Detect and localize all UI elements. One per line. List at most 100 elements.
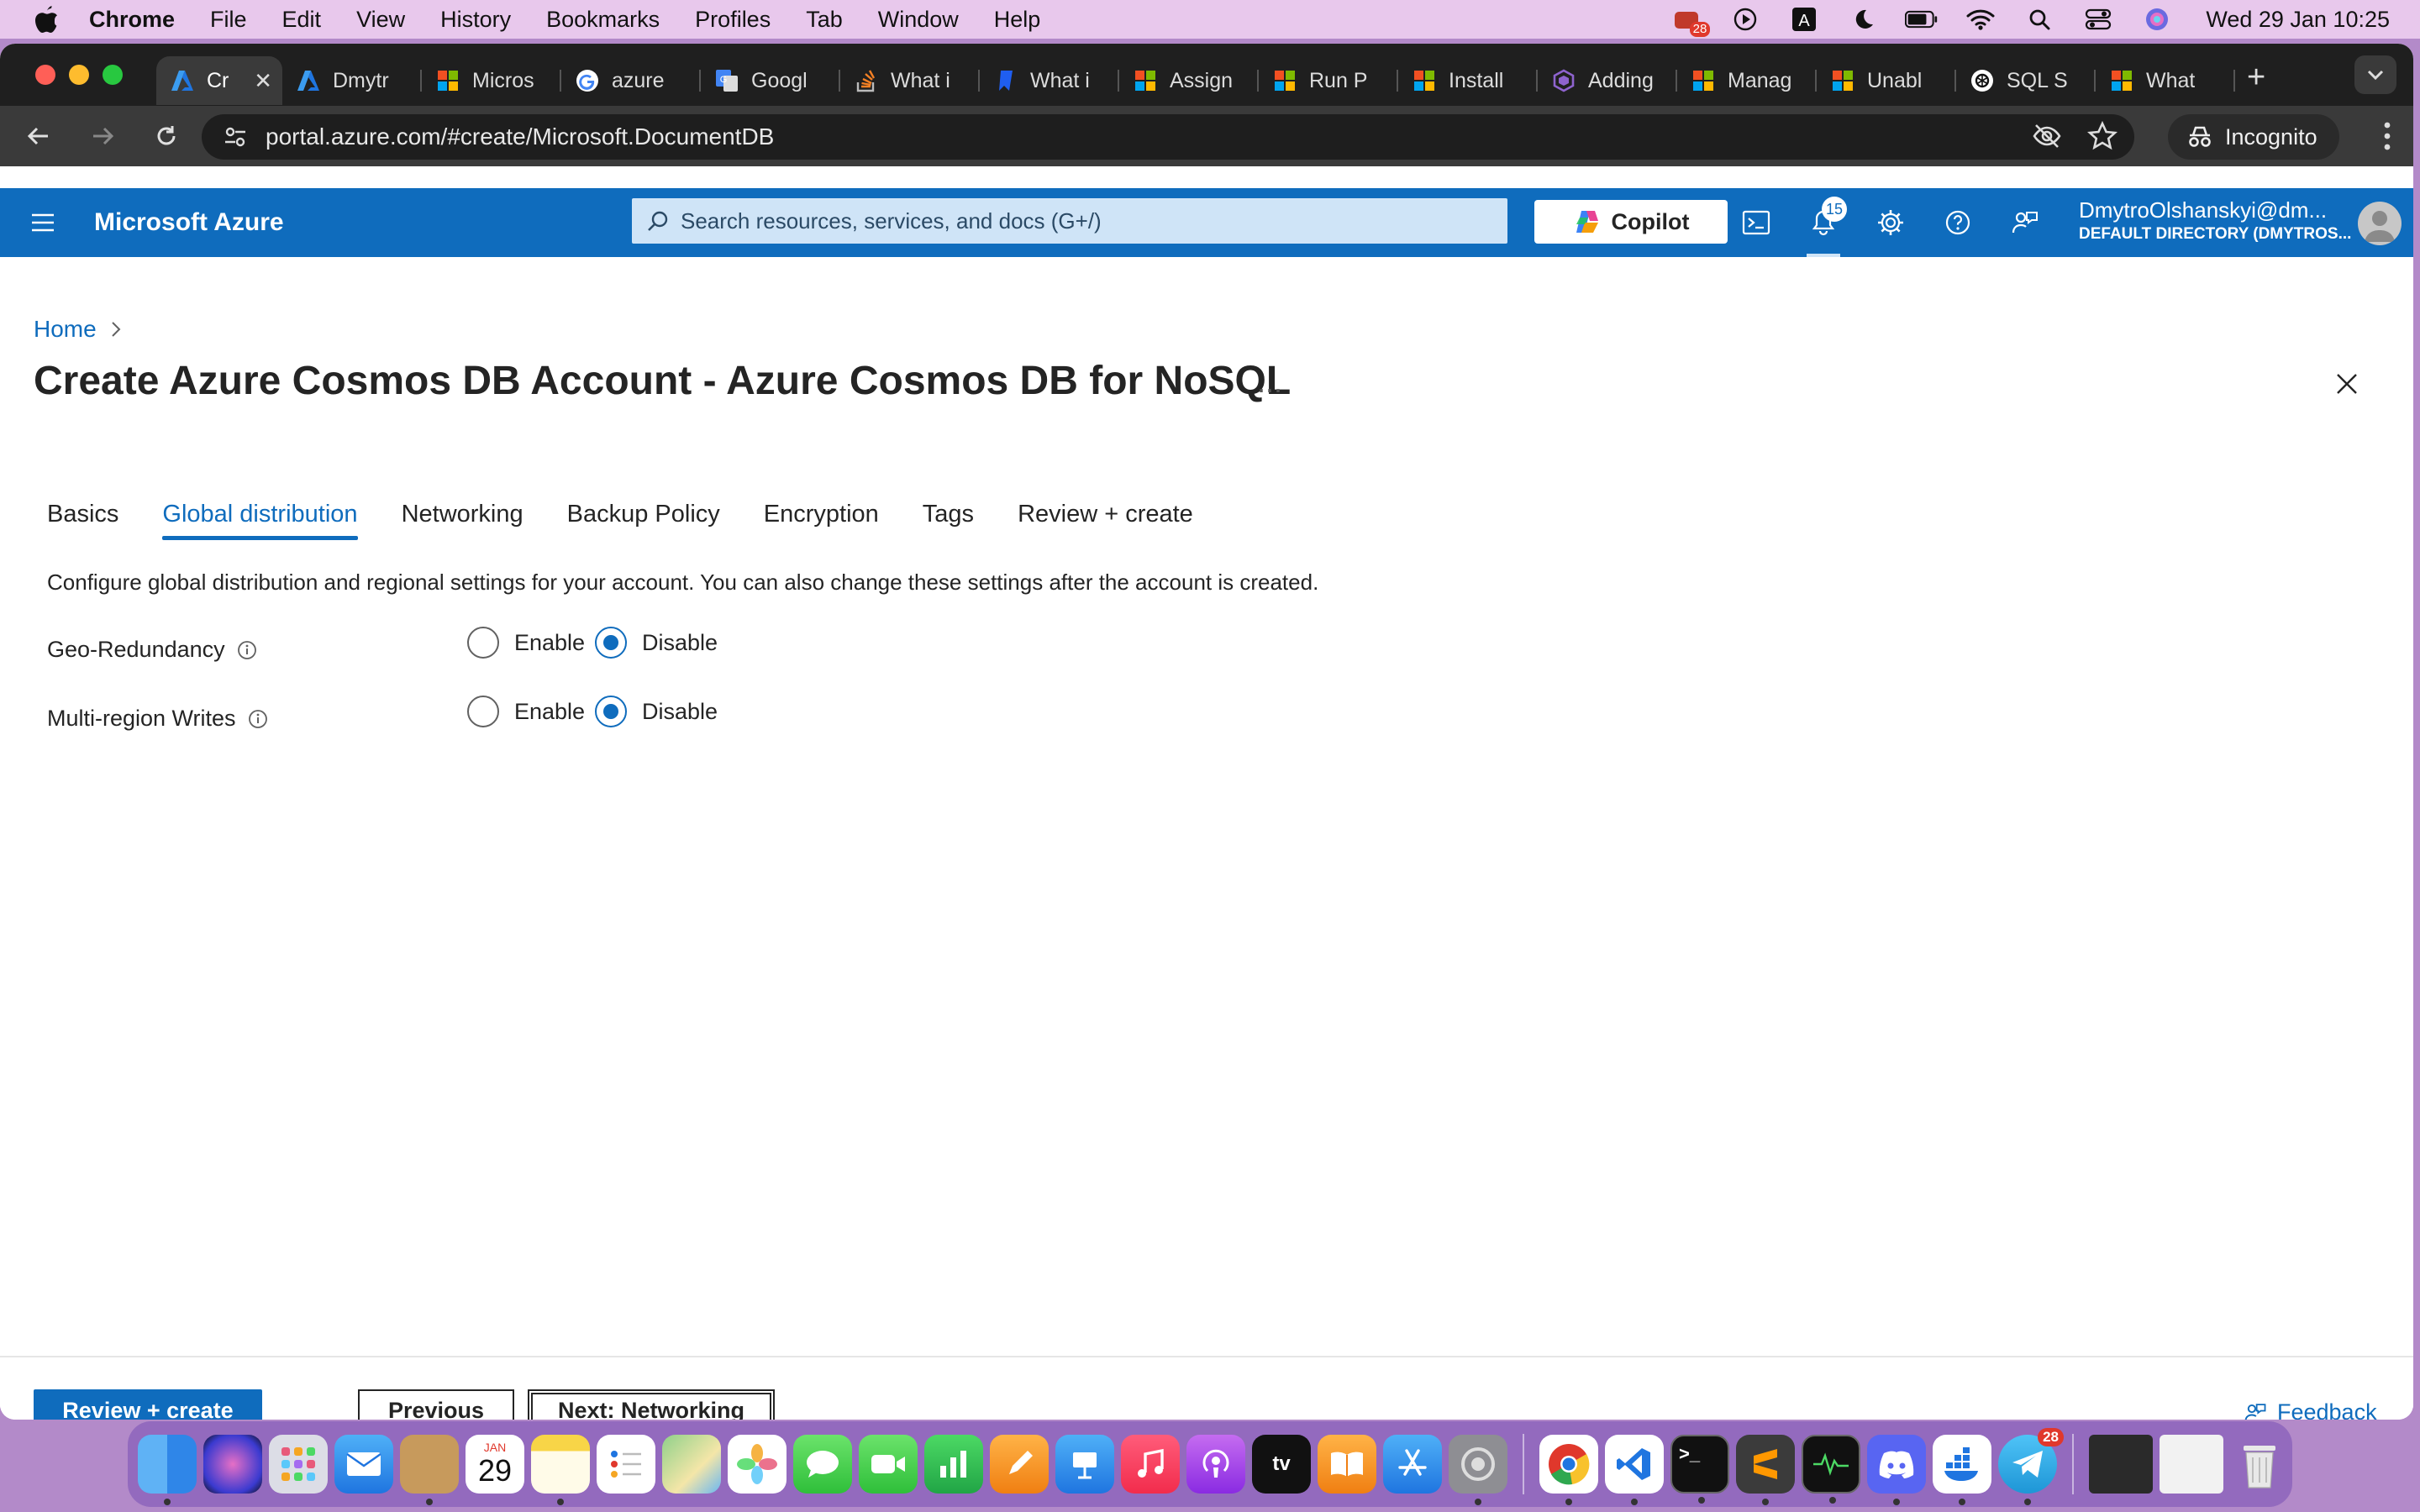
photos-icon[interactable]: [728, 1435, 786, 1494]
copilot-button[interactable]: Copilot: [1534, 200, 1728, 244]
docker-desktop-icon[interactable]: [1933, 1435, 1991, 1505]
keynote-icon[interactable]: [1055, 1435, 1114, 1494]
tab-search-button[interactable]: [2354, 55, 2396, 94]
menu-window[interactable]: Window: [878, 7, 959, 33]
browser-tab[interactable]: azure: [561, 56, 701, 105]
menu-file[interactable]: File: [210, 7, 247, 33]
messages-icon[interactable]: [793, 1435, 852, 1494]
feedback-header-button[interactable]: [1991, 188, 2059, 257]
close-tab-icon[interactable]: ✕: [254, 68, 272, 94]
mail-icon[interactable]: [334, 1435, 393, 1494]
browser-tab[interactable]: Micros: [422, 56, 561, 105]
menubar-clock[interactable]: Wed 29 Jan 10:25: [2206, 7, 2390, 33]
menu-bookmarks[interactable]: Bookmarks: [546, 7, 660, 33]
browser-tab[interactable]: What i: [980, 56, 1119, 105]
siri-icon[interactable]: [2140, 5, 2174, 34]
menu-view[interactable]: View: [356, 7, 405, 33]
sublime-text-icon[interactable]: [1736, 1435, 1795, 1505]
notifications-button[interactable]: 15: [1790, 188, 1857, 257]
address-bar[interactable]: portal.azure.com/#create/Microsoft.Docum…: [202, 114, 2134, 160]
browser-tab[interactable]: Adding: [1538, 56, 1677, 105]
settings-button[interactable]: [1857, 188, 1924, 257]
activity-monitor-icon[interactable]: [1802, 1435, 1860, 1504]
window-preview-icon[interactable]: [2089, 1435, 2153, 1494]
trash-icon[interactable]: [2230, 1435, 2289, 1494]
breadcrumb-home-link[interactable]: Home: [34, 316, 97, 343]
close-window-button[interactable]: [35, 65, 55, 85]
hamburger-menu-icon[interactable]: [30, 213, 55, 233]
vscode-icon[interactable]: [1605, 1435, 1664, 1505]
apple-tv-icon[interactable]: tv: [1252, 1435, 1311, 1494]
tab-global-distribution[interactable]: Global distribution: [162, 501, 358, 540]
site-info-icon[interactable]: [220, 122, 250, 152]
menu-history[interactable]: History: [440, 7, 511, 33]
play-circle-icon[interactable]: [1728, 5, 1762, 34]
control-center-icon[interactable]: [2081, 5, 2115, 34]
system-settings-icon[interactable]: [1449, 1435, 1507, 1505]
siri-app-icon[interactable]: [203, 1435, 262, 1494]
avatar[interactable]: [2358, 202, 2402, 245]
app-store-icon[interactable]: [1383, 1435, 1442, 1494]
discord-icon[interactable]: [1867, 1435, 1926, 1505]
browser-tab[interactable]: Unabl: [1817, 56, 1956, 105]
tab-backup-policy[interactable]: Backup Policy: [567, 501, 720, 540]
eye-slash-icon[interactable]: [2032, 121, 2062, 151]
apple-logo-icon[interactable]: [32, 3, 60, 35]
browser-tab[interactable]: G Googl: [701, 56, 840, 105]
telegram-icon[interactable]: 28: [1998, 1428, 2064, 1505]
tab-encryption[interactable]: Encryption: [764, 501, 879, 540]
feedback-link[interactable]: Feedback: [2244, 1399, 2377, 1420]
browser-tab-active[interactable]: Cr ✕: [156, 56, 282, 105]
browser-tab[interactable]: Manag: [1677, 56, 1817, 105]
tab-basics[interactable]: Basics: [47, 501, 118, 540]
info-icon[interactable]: [237, 640, 257, 660]
maximize-window-button[interactable]: [103, 65, 123, 85]
browser-tab[interactable]: What: [2096, 56, 2235, 105]
tab-tags[interactable]: Tags: [923, 501, 974, 540]
more-options-button[interactable]: ...: [1257, 365, 1282, 400]
notes-icon[interactable]: [531, 1435, 590, 1505]
info-icon[interactable]: [248, 709, 268, 729]
incognito-indicator[interactable]: Incognito: [2168, 114, 2339, 160]
reminders-icon[interactable]: [597, 1435, 655, 1494]
minimize-window-button[interactable]: [69, 65, 89, 85]
menu-edit[interactable]: Edit: [282, 7, 322, 33]
tab-review-create[interactable]: Review + create: [1018, 501, 1193, 540]
facetime-icon[interactable]: [859, 1435, 918, 1494]
menu-tab[interactable]: Tab: [806, 7, 843, 33]
review-create-button[interactable]: Review + create: [34, 1389, 262, 1420]
status-app-icon[interactable]: 28: [1670, 5, 1711, 37]
browser-tab[interactable]: What i: [840, 56, 980, 105]
browser-tab[interactable]: Assign: [1119, 56, 1259, 105]
close-icon[interactable]: [2334, 371, 2360, 396]
books-icon[interactable]: [1318, 1435, 1376, 1494]
browser-tab[interactable]: Install: [1398, 56, 1538, 105]
launchpad-icon[interactable]: [269, 1435, 328, 1494]
back-button[interactable]: [22, 119, 55, 153]
geo-redundancy-disable-radio[interactable]: Disable: [595, 627, 718, 659]
help-button[interactable]: [1924, 188, 1991, 257]
account-info[interactable]: DmytroOlshanskyi@dm... DEFAULT DIRECTORY…: [2079, 198, 2351, 243]
next-networking-button[interactable]: Next: Networking: [528, 1389, 775, 1420]
maps-icon[interactable]: [662, 1435, 721, 1494]
battery-icon[interactable]: [1905, 5, 1939, 34]
multi-region-writes-disable-radio[interactable]: Disable: [595, 696, 718, 727]
previous-button[interactable]: Previous: [358, 1389, 514, 1420]
numbers-icon[interactable]: [924, 1435, 983, 1494]
azure-brand[interactable]: Microsoft Azure: [94, 208, 284, 237]
browser-tab[interactable]: Dmytr: [282, 56, 422, 105]
menu-help[interactable]: Help: [994, 7, 1041, 33]
contacts-icon[interactable]: [400, 1435, 459, 1505]
keyboard-input-icon[interactable]: A: [1787, 5, 1821, 34]
music-icon[interactable]: [1121, 1435, 1180, 1494]
menu-app-name[interactable]: Chrome: [89, 7, 175, 33]
spotlight-search-icon[interactable]: [2023, 5, 2056, 34]
cloud-shell-button[interactable]: [1723, 188, 1790, 257]
forward-button[interactable]: [86, 119, 119, 153]
new-tab-button[interactable]: +: [2247, 60, 2265, 96]
multi-region-writes-enable-radio[interactable]: Enable: [467, 696, 585, 727]
geo-redundancy-enable-radio[interactable]: Enable: [467, 627, 585, 659]
browser-tab[interactable]: SQL S: [1956, 56, 2096, 105]
wifi-icon[interactable]: [1964, 5, 1997, 34]
browser-menu-icon[interactable]: [2383, 121, 2391, 151]
